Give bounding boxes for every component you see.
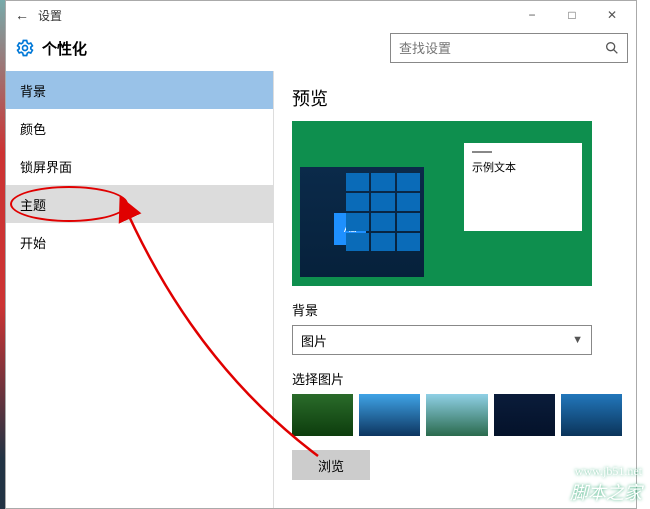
sidebar-item-label: 颜色 <box>20 119 46 138</box>
search-icon[interactable] <box>597 40 627 56</box>
close-button[interactable]: ✕ <box>592 1 632 29</box>
settings-window: ← 设置 − □ ✕ 个性化 背景 颜色 锁屏界面 主题 开始 <box>5 0 637 509</box>
background-type-value: 图片 <box>301 331 327 350</box>
preview-sample-text: 示例文本 <box>472 162 516 174</box>
preview-heading: 预览 <box>292 85 618 111</box>
gear-icon <box>14 37 36 59</box>
minimize-button[interactable]: − <box>512 1 552 29</box>
maximize-button[interactable]: □ <box>552 1 592 29</box>
sidebar-item-start[interactable]: 开始 <box>6 223 273 261</box>
search-box[interactable] <box>390 33 628 63</box>
browse-button[interactable]: 浏览 <box>292 450 370 480</box>
background-type-dropdown[interactable]: 图片 ▼ <box>292 325 592 355</box>
sidebar-item-label: 背景 <box>20 81 46 100</box>
sidebar-item-background[interactable]: 背景 <box>6 71 273 109</box>
back-button[interactable]: ← <box>10 7 34 23</box>
section-title: 个性化 <box>42 38 87 59</box>
picture-thumbnails <box>292 394 622 436</box>
preview-window-sample: 示例文本 <box>464 143 582 231</box>
search-input[interactable] <box>391 37 597 60</box>
background-label: 背景 <box>292 300 618 319</box>
sidebar-item-lockscreen[interactable]: 锁屏界面 <box>6 147 273 185</box>
desktop-preview: Aa 示例文本 <box>292 121 592 286</box>
main-panel: 预览 Aa 示例文本 背景 图片 ▼ 选择图片 <box>274 71 636 508</box>
picture-thumb-1[interactable] <box>292 394 353 436</box>
sidebar-item-label: 锁屏界面 <box>20 157 72 176</box>
sidebar-item-label: 开始 <box>20 233 46 252</box>
chevron-down-icon: ▼ <box>572 334 583 346</box>
picture-thumb-4[interactable] <box>494 394 555 436</box>
window-title: 设置 <box>38 7 62 24</box>
titlebar: ← 设置 − □ ✕ <box>6 1 636 29</box>
sidebar-item-label: 主题 <box>20 195 46 214</box>
picture-thumb-3[interactable] <box>426 394 487 436</box>
sidebar: 背景 颜色 锁屏界面 主题 开始 <box>6 71 274 508</box>
content-body: 背景 颜色 锁屏界面 主题 开始 预览 Aa 示例文本 背景 <box>6 71 636 508</box>
picture-thumb-2[interactable] <box>359 394 420 436</box>
header: 个性化 <box>6 29 636 71</box>
preview-tiles-grid <box>346 173 420 273</box>
sidebar-item-colors[interactable]: 颜色 <box>6 109 273 147</box>
choose-picture-label: 选择图片 <box>292 369 618 388</box>
preview-start-panel: Aa <box>300 167 424 277</box>
sidebar-item-themes[interactable]: 主题 <box>6 185 273 223</box>
picture-thumb-5[interactable] <box>561 394 622 436</box>
